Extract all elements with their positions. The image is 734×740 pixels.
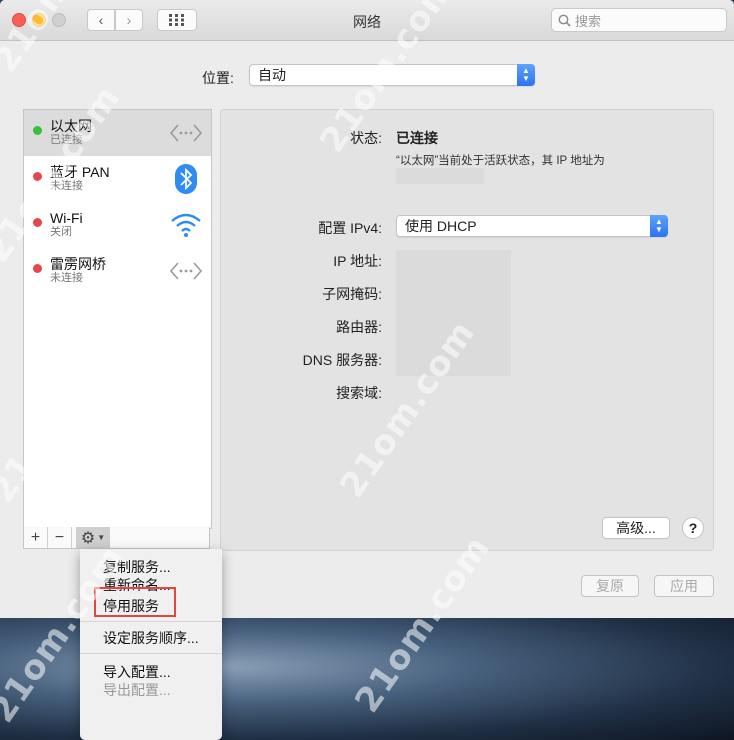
subnet-mask-label: 子网掩码: xyxy=(322,286,382,302)
menu-item-export-config[interactable]: 导出配置... xyxy=(103,680,171,700)
ethernet-icon xyxy=(169,124,203,142)
menu-separator xyxy=(80,653,222,654)
redacted-ip xyxy=(396,168,484,184)
wifi-icon xyxy=(171,213,201,237)
advanced-button[interactable]: 高级... xyxy=(602,517,670,539)
menu-item-import-config[interactable]: 导入配置... xyxy=(103,662,171,682)
service-toolbar: + − ⚙ ▼ xyxy=(23,527,210,549)
updown-arrows-icon: ▲ ▼ xyxy=(650,215,668,237)
router-label: 路由器: xyxy=(336,319,382,335)
location-label: 位置: xyxy=(202,70,234,86)
config-ipv4-select[interactable]: 使用 DHCP ▲ ▼ xyxy=(396,215,668,237)
status-value: 已连接 xyxy=(396,130,438,146)
remove-service-button[interactable]: − xyxy=(48,527,72,548)
revert-button[interactable]: 复原 xyxy=(581,575,639,597)
service-item-thunderbolt-bridge[interactable]: 雷雳网桥 未连接 xyxy=(24,248,211,294)
status-description: “以太网”当前处于活跃状态，其 IP 地址为 xyxy=(396,155,605,167)
status-dot xyxy=(33,126,42,135)
help-button[interactable]: ? xyxy=(682,517,704,539)
search-placeholder: 搜索 xyxy=(575,13,602,29)
ethernet-icon xyxy=(169,262,203,280)
ip-address-label: IP 地址: xyxy=(333,253,382,269)
menu-item-set-service-order[interactable]: 设定服务顺序... xyxy=(103,628,199,648)
search-icon xyxy=(558,14,571,27)
menu-separator xyxy=(80,621,222,622)
add-service-button[interactable]: + xyxy=(24,527,48,548)
config-ipv4-value: 使用 DHCP xyxy=(405,218,477,234)
dns-server-label: DNS 服务器: xyxy=(302,352,382,368)
title-bar: ‹ › 网络 搜索 xyxy=(0,0,734,41)
config-ipv4-label: 配置 IPv4: xyxy=(318,220,382,236)
search-domain-label: 搜索域: xyxy=(336,385,382,401)
apply-button[interactable]: 应用 xyxy=(654,575,714,597)
gear-icon: ⚙ xyxy=(80,529,96,547)
updown-arrows-icon: ▲ ▼ xyxy=(517,64,535,86)
bluetooth-icon xyxy=(175,164,197,194)
search-field[interactable]: 搜索 xyxy=(551,8,727,32)
location-value: 自动 xyxy=(258,67,286,83)
status-dot xyxy=(33,264,42,273)
